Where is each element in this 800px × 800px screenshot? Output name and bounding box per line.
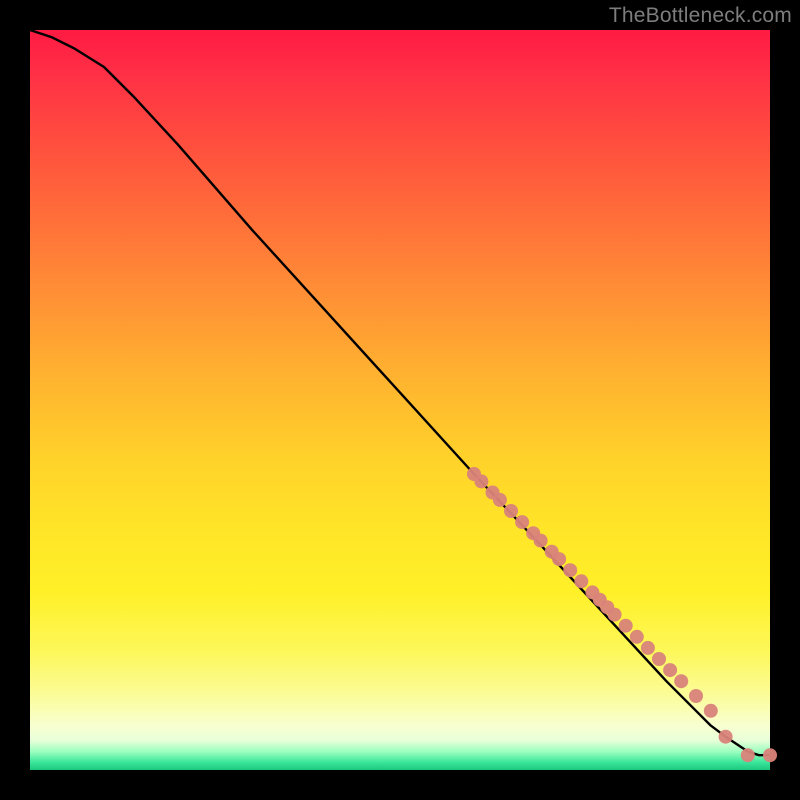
chart-svg xyxy=(30,30,770,770)
watermark-text: TheBottleneck.com xyxy=(609,4,792,28)
cluster-points xyxy=(467,467,777,762)
chart-stage: TheBottleneck.com xyxy=(0,0,800,800)
curve-line xyxy=(30,30,770,755)
chart-plot-area xyxy=(30,30,770,770)
